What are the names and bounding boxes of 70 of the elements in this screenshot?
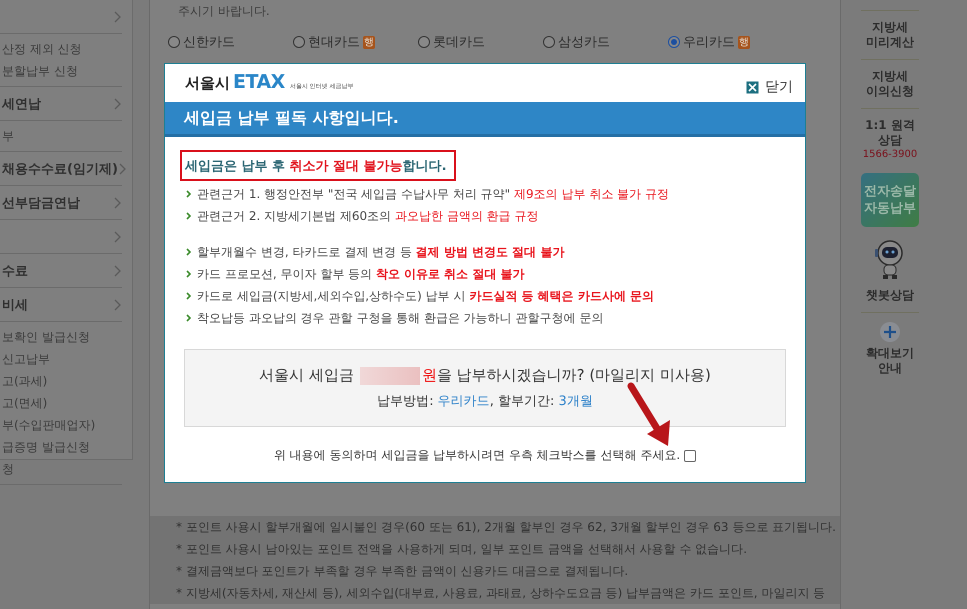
sidebar-menu-item[interactable]: 채용수수료(임기제) [2,160,118,178]
chevron-right-icon[interactable] [118,162,127,174]
confirm-question-text: 서울시 세입금 [259,366,354,385]
quick-menu-label[interactable]: 1:1 원격 상담 [861,118,919,148]
sidebar-submenu-item[interactable]: 청 [2,460,14,478]
chevron-right-icon[interactable] [113,98,122,110]
bullet-chevron-icon [186,314,191,322]
radio-button[interactable] [293,36,305,48]
sidebar-submenu-item[interactable]: 고(과세) [2,372,48,390]
radio-button[interactable] [168,36,180,48]
quick-menu-label[interactable]: 챗봇상담 [861,288,919,303]
card-radio-option[interactable]: 신한카드 [168,33,293,51]
chevron-right-icon[interactable] [113,298,122,310]
card-radio-option[interactable]: 삼성카드 [543,33,668,51]
card-radio-option[interactable]: 롯데카드 [418,33,543,51]
guidance-text: 카드 프로모션, 무이자 할부 등의 착오 이유로 취소 절대 불가 [197,266,525,282]
instruction-text: 주시기 바랍니다. [177,3,271,20]
card-badge: 행 [738,36,750,48]
close-icon [746,80,759,94]
sidebar-submenu-item[interactable]: 고(면세) [2,394,48,412]
radio-button[interactable] [668,36,680,48]
note-text: * 지방세(자동차세, 재산세 등), 세외수입(대부료, 사용료, 과태료, 상하수도요금 등) 납부금액은 카드 포인트, 마일리지 등 [176,585,826,602]
radio-button[interactable] [543,36,555,48]
sidebar-submenu-item[interactable]: 부 [2,128,14,144]
annotation-arrow [628,382,670,446]
sidebar-menu-item[interactable]: 비세 [2,296,28,314]
payment-details-text: 납부방법: 우리카드, 할부기간: 3개월 [377,393,593,410]
sidebar-menu-item[interactable]: 세연납 [2,94,41,112]
plus-icon[interactable] [880,322,900,342]
sidebar-submenu-item[interactable]: 신고납부 [2,350,50,368]
chevron-right-icon[interactable] [113,230,122,242]
guidance-text: 관련근거 1. 행정안전부 "전국 세입금 수납사무 처리 규약" 제9조의 납부 취소 불가 규정 [197,186,669,202]
agreement-text: 위 내용에 동의하며 세입금을 납부하시려면 우측 체크박스를 선택해 주세요. [274,447,680,464]
sidebar-submenu-item[interactable]: 산정 제외 신청 [2,40,82,58]
bullet-chevron-icon [186,292,191,300]
quick-menu-label[interactable]: 지방세 이의신청 [861,69,919,99]
note-text: * 포인트 사용시 남아있는 포인트 전액을 사용하게 되며, 일부 포인트 금액을 선택해서 사용할 수 없습니다. [176,541,748,558]
quick-menu-label[interactable]: 확대보기 안내 [861,346,919,376]
bullet-chevron-icon [186,190,191,198]
guidance-text: 카드로 세입금(지방세,세외수입,상하수도) 납부 시 카드실적 등 혜택은 카드사에 문의 [197,288,654,304]
agree-checkbox[interactable] [684,450,696,462]
radio-button[interactable] [418,36,430,48]
note-text: * 포인트 사용시 할부개월에 일시불인 경우(60 또는 61), 2개월 할부인 경우 62, 3개월 할부인 경우 63 등으로 표기됩니다. [176,519,837,536]
note-text: * 결제금액보다 포인트가 부족할 경우 부족한 금액이 신용카드 대금으로 결제됩니다. [176,563,630,580]
sidebar-menu-item[interactable]: 수료 [2,262,28,280]
card-badge: 행 [363,36,375,48]
guidance-text: 할부개월수 변경, 타카드로 결제 변경 등 결제 방법 변경도 절대 불가 [197,244,564,260]
sidebar-submenu-item[interactable]: 부(수입판매업자) [2,416,96,434]
bullet-chevron-icon [186,248,191,256]
sidebar-menu-item[interactable]: 선부담금연납 [2,194,80,212]
chevron-right-icon[interactable] [113,264,122,276]
close-button[interactable]: 닫기 [746,78,793,96]
card-radio-option[interactable]: 우리카드 행 [668,33,793,51]
chevron-right-icon[interactable] [113,10,122,22]
chevron-right-icon[interactable] [113,196,122,208]
phone-number: 1566-3900 [862,149,918,160]
sidebar-submenu-item[interactable]: 보확인 발급신청 [2,328,90,346]
notice-text: 세입금은 납부 후 취소가 절대 불가능합니다. [180,150,456,181]
guidance-text: 관련근거 2. 지방세기본법 제60조의 과오납한 금액의 환급 규정 [197,208,538,224]
quick-menu-label[interactable]: 지방세 미리계산 [861,20,919,50]
sidebar-submenu-item[interactable]: 급증명 발급신청 [2,438,90,456]
guidance-text: 착오납등 과오납의 경우 관할 구청을 통해 환급은 가능하니 관할구청에 문의 [197,310,604,326]
bullet-chevron-icon [186,270,191,278]
dialog-title-bar: 세입금 납부 필독 사항입니다. [165,102,805,137]
auto-payment-banner[interactable]: 전자송달 자동납부 [861,173,919,227]
redaction-block [360,366,420,384]
bullet-chevron-icon [186,212,191,220]
confirm-question-text: 원을 납부하시겠습니까? (마일리지 미사용) [422,366,711,385]
card-radio-option[interactable]: 현대카드 행 [293,33,418,51]
sidebar-submenu-item[interactable]: 분할납부 신청 [2,62,78,80]
